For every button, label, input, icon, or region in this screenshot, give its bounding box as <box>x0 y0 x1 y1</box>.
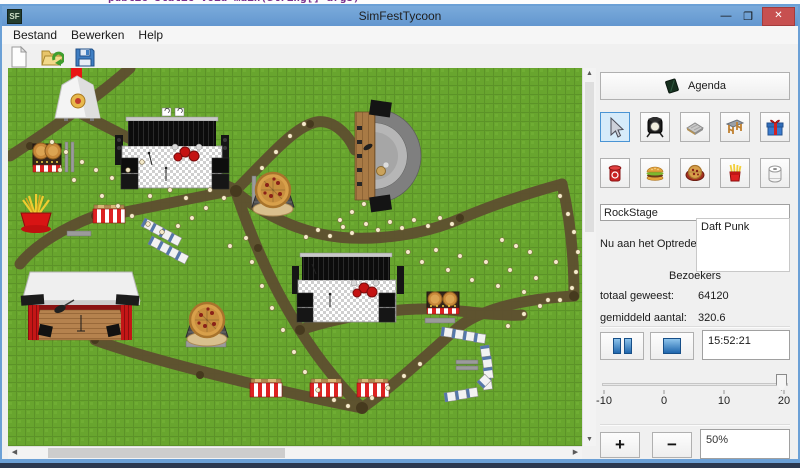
market-stall-2[interactable] <box>250 379 282 397</box>
tool-trash-can[interactable] <box>600 158 630 188</box>
market-stall-4[interactable] <box>357 379 389 397</box>
stage-frame-icon <box>724 116 746 138</box>
menubar: Bestand Bewerken Help <box>2 26 798 45</box>
main-stage[interactable] <box>115 108 229 189</box>
speed-slider-track[interactable] <box>602 383 788 386</box>
fries-icon <box>724 162 746 184</box>
tool-burger[interactable] <box>640 158 670 188</box>
visitors-total-value: 64120 <box>698 290 729 302</box>
tick-mark <box>603 390 605 394</box>
ide-line-number: 10 <box>52 0 64 3</box>
zoom-in-button[interactable]: + <box>600 432 640 458</box>
zoom-level-field[interactable]: 50% <box>700 429 790 459</box>
pause-icon <box>613 338 621 354</box>
tick-label-minus10: -10 <box>590 395 618 407</box>
toilet-paper-icon <box>764 162 786 184</box>
app-window: SF SimFestTycoon — ❐ ✕ Bestand Bewerken … <box>0 4 800 463</box>
control-panel: Agenda <box>600 68 792 459</box>
titlebar[interactable]: SF SimFestTycoon — ❐ ✕ <box>2 6 798 26</box>
scroll-right-arrow[interactable]: ▶ <box>569 447 582 459</box>
agenda-book-icon <box>664 78 680 94</box>
tool-stage-frame[interactable] <box>720 112 750 142</box>
visitors-total-label: totaal geweest: <box>600 290 674 302</box>
agenda-button[interactable]: Agenda <box>600 72 790 100</box>
tick-mark <box>663 390 665 394</box>
scroll-down-arrow[interactable]: ▼ <box>583 434 596 446</box>
new-file-icon <box>9 46 29 68</box>
tool-path-tile[interactable] <box>680 112 710 142</box>
burger-stand-2[interactable] <box>427 292 459 314</box>
maximize-button[interactable]: ❐ <box>737 10 759 23</box>
close-button[interactable]: ✕ <box>762 7 795 26</box>
small-stage[interactable] <box>21 272 140 340</box>
pause-button[interactable] <box>600 332 644 360</box>
cursor-icon <box>604 116 626 138</box>
window-title: SimFestTycoon <box>2 9 798 23</box>
tool-toilet-paper[interactable] <box>760 158 790 188</box>
save-file-button[interactable] <box>73 45 97 69</box>
tick-label-10: 10 <box>710 395 738 407</box>
visitors-average-value: 320.6 <box>698 312 726 324</box>
gift-icon <box>764 116 786 138</box>
window-controls: — ❐ ✕ <box>715 7 795 25</box>
scroll-up-arrow[interactable]: ▲ <box>583 68 596 80</box>
menu-help[interactable]: Help <box>131 28 170 42</box>
horizontal-scrollbar[interactable]: ◀ ▶ <box>8 446 582 459</box>
spotlight-icon <box>644 116 666 138</box>
now-performing-label: Nu aan het Optreden: <box>600 238 706 250</box>
tool-fries[interactable] <box>720 158 750 188</box>
zoom-out-button[interactable]: − <box>652 432 692 458</box>
stop-icon <box>663 338 681 354</box>
open-file-button[interactable] <box>40 45 64 69</box>
market-stall-1[interactable] <box>93 205 125 223</box>
map-canvas[interactable]: ▲ ▼ ◀ ▶ <box>8 68 596 459</box>
toolstrip <box>2 44 798 69</box>
festival-map[interactable] <box>8 68 582 446</box>
tick-label-0: 0 <box>650 395 678 407</box>
vertical-scrollbar[interactable]: ▲ ▼ <box>582 68 596 446</box>
agenda-label: Agenda <box>688 80 726 92</box>
tool-select[interactable] <box>600 112 630 142</box>
path-tile-icon <box>684 116 706 138</box>
visitors-average-label: gemiddeld aantal: <box>600 312 687 324</box>
tick-mark <box>723 390 725 394</box>
tool-spotlight[interactable] <box>640 112 670 142</box>
tick-mark <box>783 390 785 394</box>
burger-icon <box>644 162 666 184</box>
menu-bewerken[interactable]: Bewerken <box>64 28 131 42</box>
dance-stage[interactable] <box>292 253 404 322</box>
vertical-scroll-thumb[interactable] <box>585 82 594 232</box>
section-divider <box>600 326 790 328</box>
scrollbar-corner <box>582 446 596 459</box>
visitors-header: Bezoekers <box>600 270 790 282</box>
minimize-button[interactable]: — <box>715 10 737 22</box>
speed-slider-thumb[interactable] <box>776 374 787 391</box>
section-divider <box>600 424 790 426</box>
horizontal-scroll-thumb[interactable] <box>48 448 285 458</box>
pizza-stand-1[interactable] <box>252 173 294 216</box>
trash-can-icon <box>604 162 626 184</box>
tool-gift[interactable] <box>760 112 790 142</box>
now-performing-box: Daft Punk <box>696 218 790 272</box>
burger-stand-1[interactable] <box>33 142 74 172</box>
now-performing-value: Daft Punk <box>701 221 749 233</box>
tick-label-20: 20 <box>770 395 798 407</box>
clock-display: 15:52:21 <box>702 330 790 360</box>
menu-bestand[interactable]: Bestand <box>6 28 64 42</box>
pizza-icon <box>684 162 706 184</box>
tool-pizza[interactable] <box>680 158 710 188</box>
save-file-icon <box>74 46 96 68</box>
open-file-icon <box>40 46 64 68</box>
stop-button[interactable] <box>650 332 694 360</box>
pizza-stand-2[interactable] <box>186 303 228 346</box>
new-file-button[interactable] <box>7 45 31 69</box>
market-stall-3[interactable] <box>310 379 342 397</box>
scroll-left-arrow[interactable]: ◀ <box>8 447 21 459</box>
